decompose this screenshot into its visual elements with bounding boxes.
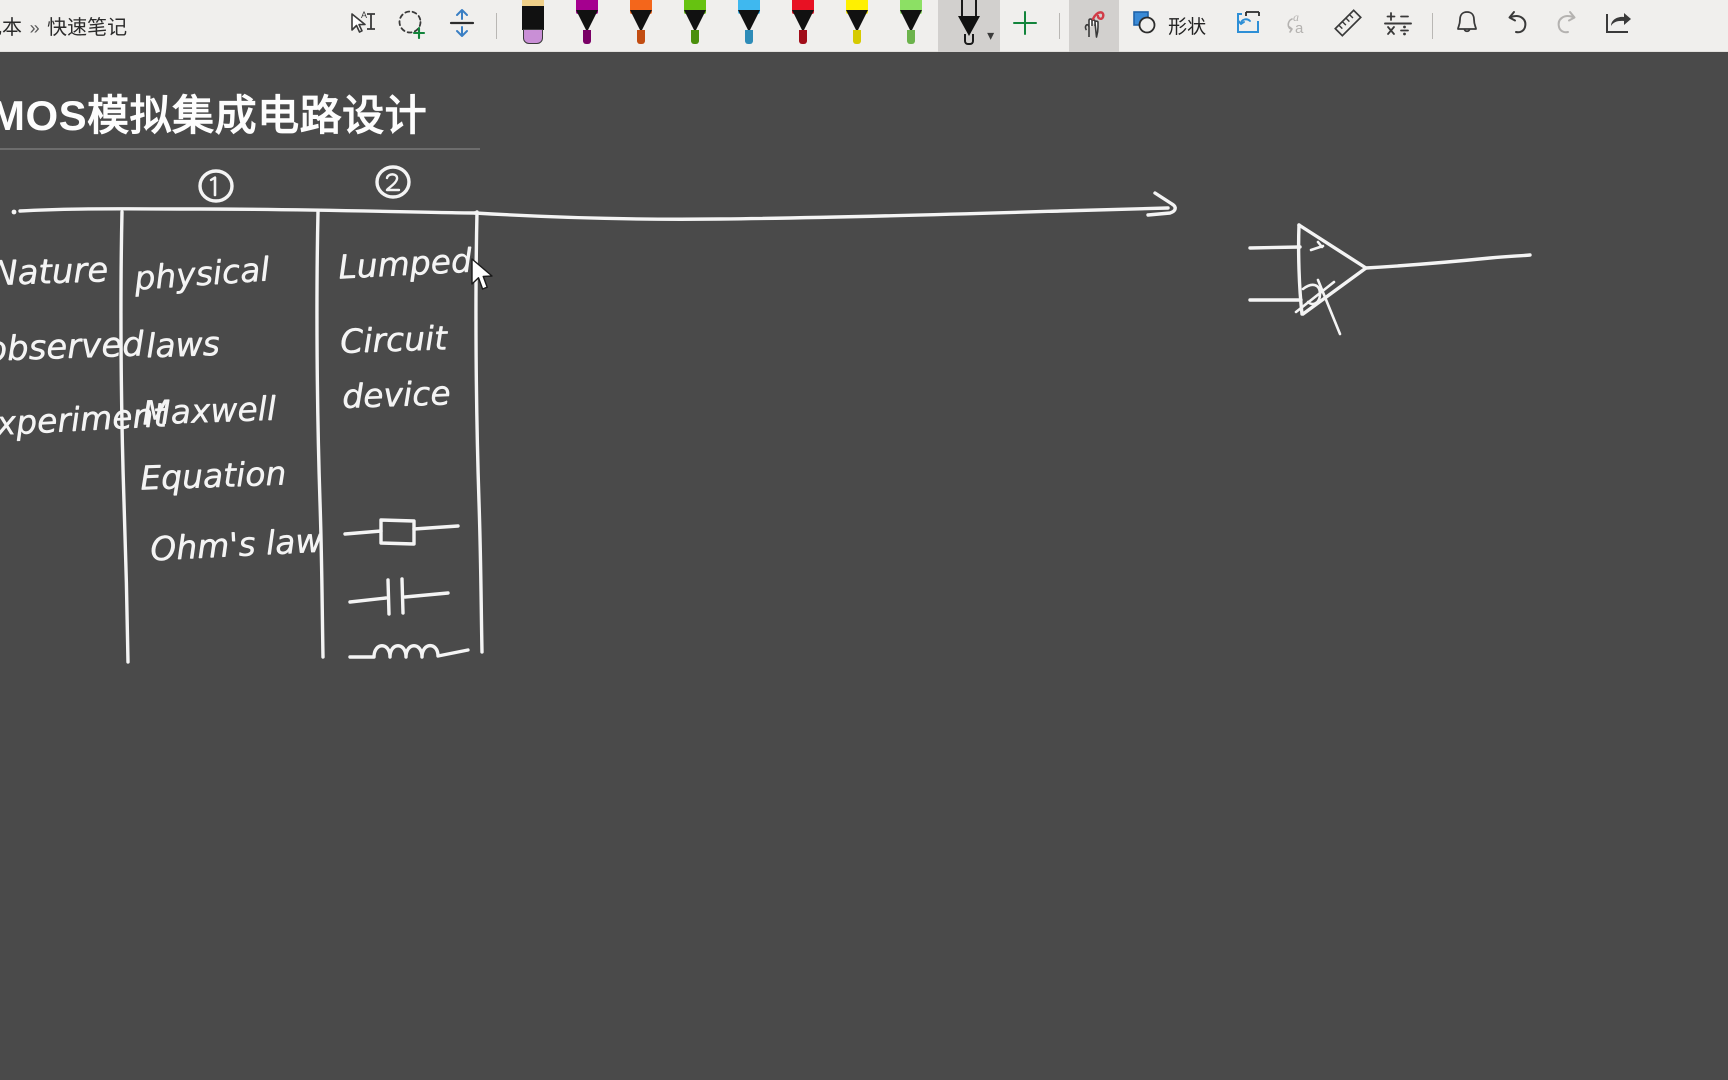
pen-cone [958, 15, 981, 36]
ink-word-lumped: Lumped [337, 240, 473, 287]
pen-dropdown[interactable]: ▾ [938, 0, 1001, 52]
toolbar-divider-2 [1059, 12, 1061, 39]
title-underline [0, 148, 480, 150]
pen-shaft [961, 0, 978, 16]
divider-2 [315, 210, 325, 659]
ink-word-nature: Nature [0, 249, 109, 295]
shapes-icon [1131, 9, 1161, 42]
onenote-window: 记本 » 快速笔记 A [0, 0, 1728, 1080]
pen-green[interactable] [668, 0, 722, 52]
pen-highlighter-violet[interactable] [506, 0, 560, 52]
timeline-arrowhead [1146, 191, 1177, 217]
pen-tip [691, 29, 700, 44]
ink-to-text-icon: a a [1282, 8, 1314, 43]
notifications-button[interactable] [1442, 0, 1492, 52]
timeline-right [473, 206, 1170, 221]
pen-tip [745, 29, 754, 44]
circled-number-1 [198, 169, 234, 203]
undo-arrow-icon [1501, 8, 1533, 43]
ruler-button[interactable] [1323, 0, 1373, 52]
pen-palette [506, 0, 938, 52]
pen-tip [523, 28, 544, 44]
ai-select-button[interactable]: A [337, 0, 387, 52]
ruler-icon [1332, 8, 1364, 43]
insert-space-button[interactable] [437, 0, 487, 52]
breadcrumb-notebook[interactable]: 记本 [0, 17, 22, 39]
pen-body [738, 9, 761, 32]
pen-body [630, 9, 653, 32]
op-amp-symbol [1248, 223, 1532, 336]
pen-yellow[interactable] [830, 0, 884, 52]
redo-button[interactable] [1542, 0, 1592, 52]
add-pen-button[interactable] [1000, 0, 1050, 52]
pen-orange[interactable] [614, 0, 668, 52]
hand-with-stroke-icon [1077, 6, 1111, 45]
timeline-left [18, 207, 477, 215]
ink-word-laws: laws [145, 323, 221, 366]
breadcrumb[interactable]: 记本 » 快速笔记 [0, 11, 137, 40]
insert-space-icon [447, 7, 477, 44]
pen-body [792, 9, 815, 32]
page-title[interactable]: MOS模拟集成电路设计 [0, 82, 427, 143]
divider-3 [474, 210, 484, 654]
svg-text:A: A [361, 10, 367, 20]
math-button[interactable] [1373, 0, 1423, 52]
lasso-select-button[interactable] [387, 0, 437, 52]
pen-red[interactable] [776, 0, 830, 52]
breadcrumb-separator: » [29, 18, 40, 38]
svg-text:a: a [1295, 20, 1304, 37]
pen-body [576, 9, 599, 32]
mouse-cursor [470, 258, 496, 297]
math-operators-icon [1382, 8, 1414, 43]
circled-number-2 [375, 165, 411, 199]
resistor-symbol [343, 518, 460, 546]
pen-tip [907, 29, 916, 44]
ink-word-equation: Equation [139, 453, 287, 498]
top-toolbar: 记本 » 快速笔记 A [0, 0, 1728, 52]
ink-layer [11, 165, 1532, 664]
pen-tip [799, 29, 808, 44]
pen-body [522, 5, 545, 30]
pen-body [684, 9, 707, 32]
ink-word-maxwell: Maxwell [141, 388, 277, 433]
toolbar-divider-1 [496, 12, 498, 39]
pen-body [900, 9, 923, 32]
plus-icon [1010, 8, 1040, 43]
lasso-select-icon [395, 7, 429, 44]
ink-word-observed: observed [0, 324, 145, 370]
note-canvas[interactable]: MOS模拟集成电路设计 Nature observed experiment p… [0, 52, 1728, 1080]
pen-sky-blue[interactable] [722, 0, 776, 52]
pen-nib [964, 33, 975, 45]
ink-word-circuit: Circuit [339, 318, 448, 361]
pen-light-green[interactable] [884, 0, 938, 52]
line-start-dot [11, 209, 17, 215]
ink-word-device: device [341, 373, 452, 416]
pen-body [846, 9, 869, 32]
bell-icon [1452, 8, 1482, 43]
pen-tip [853, 29, 862, 44]
pen-magenta[interactable] [560, 0, 614, 52]
shapes-button[interactable]: 形状 [1119, 0, 1223, 52]
share-arrow-icon [1600, 8, 1634, 43]
ink-word-ohms-law: Ohm's law [149, 520, 324, 569]
inductor-symbol [348, 643, 470, 659]
breadcrumb-section[interactable]: 快速笔记 [47, 17, 127, 39]
pen-tip [637, 29, 646, 44]
convert-to-shape-button[interactable] [1223, 0, 1273, 52]
toolbar-divider-3 [1432, 12, 1434, 39]
chevron-down-icon[interactable]: ▾ [987, 28, 994, 42]
convert-shape-icon [1232, 8, 1264, 43]
pen-tip [583, 29, 592, 44]
redo-arrow-icon [1551, 8, 1583, 43]
ai-select-icon: A [346, 8, 378, 43]
divider-1 [119, 210, 130, 664]
shapes-label: 形状 [1168, 17, 1207, 38]
draw-with-touch-button[interactable] [1069, 0, 1120, 52]
ink-word-physical: physical [132, 249, 271, 298]
share-button[interactable] [1592, 0, 1642, 52]
capacitor-symbol [348, 577, 450, 616]
ink-to-text-button[interactable]: a a [1273, 0, 1323, 52]
undo-button[interactable] [1492, 0, 1542, 52]
